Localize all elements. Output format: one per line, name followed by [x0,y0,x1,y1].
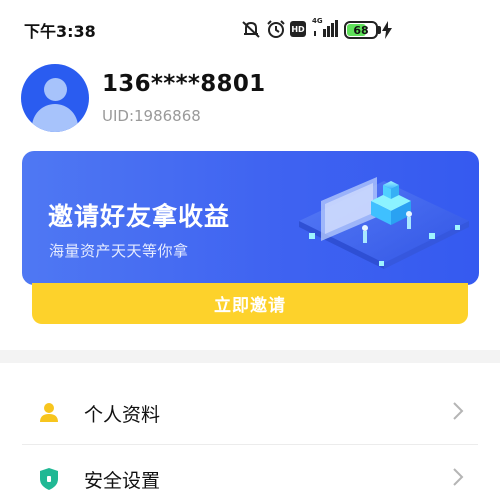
battery-label: 68 [353,23,369,37]
menu-divider [22,444,478,445]
status-time: 下午3:38 [24,22,96,41]
alarm-clock-icon [267,20,285,38]
signal-icon: 4G [312,17,340,39]
section-divider [0,350,500,363]
banner-subtitle: 海量资产天天等你拿 [49,242,189,260]
menu-label-security: 安全设置 [84,470,161,492]
invite-banner[interactable]: 邀请好友拿收益 海量资产天天等你拿 [22,151,479,285]
menu-item-security[interactable]: 安全设置 [22,446,478,500]
person-icon [40,403,58,422]
avatar-head [44,78,67,101]
invite-now-button[interactable]: 立即邀请 [32,283,468,324]
battery-cap [378,26,381,34]
mute-alarm-icon [242,21,260,38]
isometric-illustration [299,177,469,269]
avatar[interactable] [21,64,89,132]
menu-label-profile: 个人资料 [84,404,161,426]
banner-title: 邀请好友拿收益 [48,202,231,231]
shield-icon [40,468,58,490]
avatar-body [32,104,78,132]
chevron-right-icon [453,468,464,486]
charging-icon [382,21,392,39]
hd-icon: HD [290,21,306,37]
chevron-right-icon [453,402,464,420]
user-phone: 136****8801 [102,71,266,97]
hd-label: HD [291,24,305,34]
user-uid: UID:1986868 [102,107,201,125]
battery-icon: 68 [344,21,378,39]
menu-item-profile[interactable]: 个人资料 [22,380,478,444]
status-bar: 下午3:38 HD 4G 68 [0,0,500,60]
